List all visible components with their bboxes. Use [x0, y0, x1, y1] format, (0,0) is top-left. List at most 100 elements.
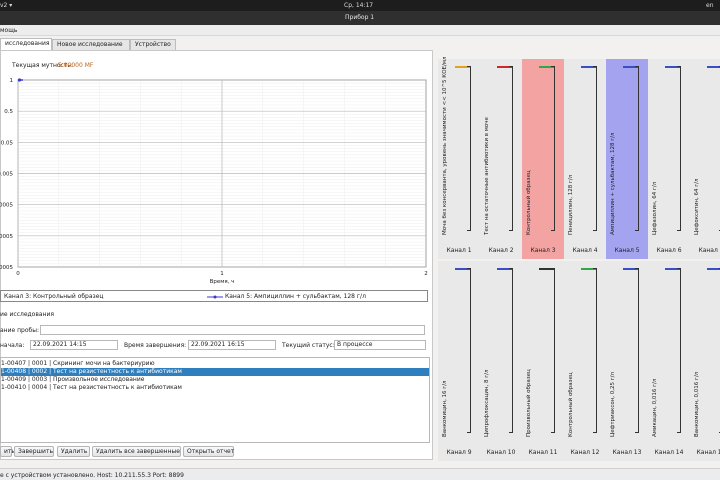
start-time-label: начала:	[0, 342, 25, 349]
menu-help[interactable]: мощь	[0, 27, 17, 34]
data-point	[17, 78, 22, 82]
y-tick-label: 0.0005	[0, 203, 13, 209]
channel-description: Ципрофлоксацин, 8 г/л	[484, 369, 490, 437]
channel-description: Ванкомицин, 0,016 г/л	[694, 371, 700, 437]
channel-description: Моча без консерванта, уровень значимости…	[442, 56, 448, 235]
channel-description: Ампициллин + сульбактам, 128 г/л	[610, 132, 616, 235]
legend-item-channel5: Канал 5: Ампициллин + сульбактам, 128 г/…	[225, 293, 366, 300]
channel-description: Контрольный образец	[526, 170, 532, 235]
y-tick-label: 0.00005	[0, 234, 13, 240]
channel-name: Канал 7	[698, 247, 720, 254]
channel-name: Канал 1	[446, 247, 472, 254]
y-tick-label: 0.05	[1, 140, 14, 146]
y-tick-label: 1	[10, 78, 14, 84]
system-clock[interactable]: Ср, 14:17	[344, 2, 373, 9]
channel-description: Ванкомицин, 16 г/л	[442, 380, 448, 437]
channel-description: Контрольный образец	[568, 372, 574, 437]
study-row-selected[interactable]: 1-00408 | 0002 | Тест на резистентность …	[1, 368, 429, 376]
info-section-title: ие исследования	[0, 311, 54, 318]
channel-tile[interactable]: Ванкомицин, 0,016 г/л Канал 15	[690, 261, 720, 461]
channel-description: Тест на остаточные антибиотики в моче	[484, 117, 490, 235]
channel-bracket	[509, 268, 513, 433]
channel-tile[interactable]: Цефазолин, 64 г/л Канал 6	[648, 59, 690, 259]
system-top-bar: v2 ▾ Ср, 14:17 en	[0, 0, 720, 11]
y-tick-label: 0.005	[0, 172, 13, 178]
x-tick-label: 2	[424, 271, 428, 277]
status-bar: е с устройством установлено. Host: 10.21…	[0, 468, 720, 480]
end-time-label: Время завершения:	[124, 342, 187, 349]
study-list[interactable]: 1-00407 | 0001 | Скрининг мочи на бактер…	[0, 357, 430, 443]
connection-status: е с устройством установлено. Host: 10.21…	[0, 472, 184, 479]
status-label: Текущий статус:	[282, 342, 335, 349]
channel-tile[interactable]: Контрольный образец Канал 12	[564, 261, 606, 461]
channel-tile[interactable]: Ципрофлоксацин, 8 г/л Канал 10	[480, 261, 522, 461]
channel-name: Канал 12	[570, 449, 600, 456]
channel-name: Канал 10	[486, 449, 516, 456]
channel-description: Цефазолин, 64 г/л	[652, 181, 658, 235]
channel-bracket	[551, 268, 555, 433]
channel-name: Канал 3	[530, 247, 556, 254]
y-tick-label: 0.000005	[0, 265, 13, 271]
channel-name: Канал 13	[612, 449, 642, 456]
x-axis-label: Время, ч	[210, 279, 235, 285]
channel-tile[interactable]: Амикацин, 0,016 г/л Канал 14	[648, 261, 690, 461]
sample-name-field[interactable]	[40, 325, 425, 335]
channel-bracket	[635, 66, 639, 231]
start-button[interactable]: ить	[0, 446, 15, 457]
channel-name: Канал 4	[572, 247, 598, 254]
x-tick-label: 0	[16, 271, 20, 277]
menu-bar: мощь	[0, 25, 720, 36]
channel-bracket	[509, 66, 513, 231]
turbidity-value: 5.00000 MF	[58, 62, 94, 69]
channel-bracket	[593, 268, 597, 433]
channel-bracket	[677, 66, 681, 231]
status-field[interactable]: В процессе	[334, 340, 426, 350]
channel-name: Канал 6	[656, 247, 682, 254]
chart-svg: 1 0.5 0.05 0.005 0.0005 0.00005 0.0000050 1 2 Вре…	[0, 78, 428, 285]
end-time-field[interactable]: 22.09.2021 16:15	[188, 340, 276, 350]
window-title: Прибор 1	[345, 14, 375, 21]
tab-device[interactable]: Устройство	[130, 39, 176, 50]
y-tick-label: 0.5	[4, 109, 13, 115]
channels-panel: Моча без консерванта, уровень значимости…	[436, 56, 720, 466]
channel-tile[interactable]: Произвольный образец Канал 11	[522, 261, 564, 461]
channel-bracket	[467, 66, 471, 231]
channel-tile[interactable]: Контрольный образец Канал 3	[522, 59, 564, 259]
channel-description: Цефтриаксон, 0,25 г/л	[610, 371, 616, 437]
channel-tile[interactable]: Пенициллин, 128 г/л Канал 4	[564, 59, 606, 259]
channel-name: Канал 5	[614, 247, 640, 254]
channel-tile[interactable]: Цефокситин, 64 г/л Канал 7	[690, 59, 720, 259]
channel-name: Канал 11	[528, 449, 558, 456]
channel-bracket	[551, 66, 555, 231]
system-input-language[interactable]: en	[706, 2, 714, 9]
open-report-button[interactable]: Открыть отчет	[183, 446, 234, 457]
delete-button[interactable]: Удалить	[57, 446, 90, 457]
study-row[interactable]: 1-00410 | 0004 | Тест на резистентность …	[1, 384, 429, 392]
finish-button[interactable]: Завершить	[14, 446, 54, 457]
channel-tile[interactable]: Ванкомицин, 16 г/л Канал 9	[438, 261, 480, 461]
channel-name: Канал 15	[696, 449, 720, 456]
channel-tile[interactable]: Тест на остаточные антибиотики в моче Кан…	[480, 59, 522, 259]
legend-item-control: Канал 3: Контрольный образец	[4, 293, 104, 300]
channel-tile[interactable]: Цефтриаксон, 0,25 г/л Канал 13	[606, 261, 648, 461]
channel-description: Пенициллин, 128 г/л	[568, 174, 574, 235]
turbidity-chart: 1 0.5 0.05 0.005 0.0005 0.00005 0.0000050 1 2 Вре…	[0, 72, 433, 287]
sample-name-label: ание пробы:	[0, 327, 39, 334]
chart-legend: Канал 3: Контрольный образец Канал 5: Ам…	[0, 290, 428, 302]
system-app-menu[interactable]: v2 ▾	[0, 2, 12, 9]
channel-bracket	[635, 268, 639, 433]
window-title-bar: Прибор 1	[0, 11, 720, 25]
start-time-field[interactable]: 22.09.2021 14:15	[30, 340, 118, 350]
channel-bracket	[677, 268, 681, 433]
delete-completed-button[interactable]: Удалить все завершенные	[92, 446, 181, 457]
legend-marker	[207, 295, 223, 299]
channel-tile[interactable]: Моча без консерванта, уровень значимости…	[438, 56, 480, 259]
channel-description: Амикацин, 0,016 г/л	[652, 378, 658, 437]
channel-name: Канал 14	[654, 449, 684, 456]
channel-name: Канал 2	[488, 247, 514, 254]
tab-new-study[interactable]: Новое исследование	[52, 39, 130, 50]
channel-description: Произвольный образец	[526, 369, 532, 437]
study-row[interactable]: 1-00407 | 0001 | Скрининг мочи на бактер…	[1, 360, 429, 368]
channel-tile[interactable]: Ампициллин + сульбактам, 128 г/л Канал 5	[606, 59, 648, 259]
study-row[interactable]: 1-00409 | 0003 | Произвольное исследован…	[1, 376, 429, 384]
